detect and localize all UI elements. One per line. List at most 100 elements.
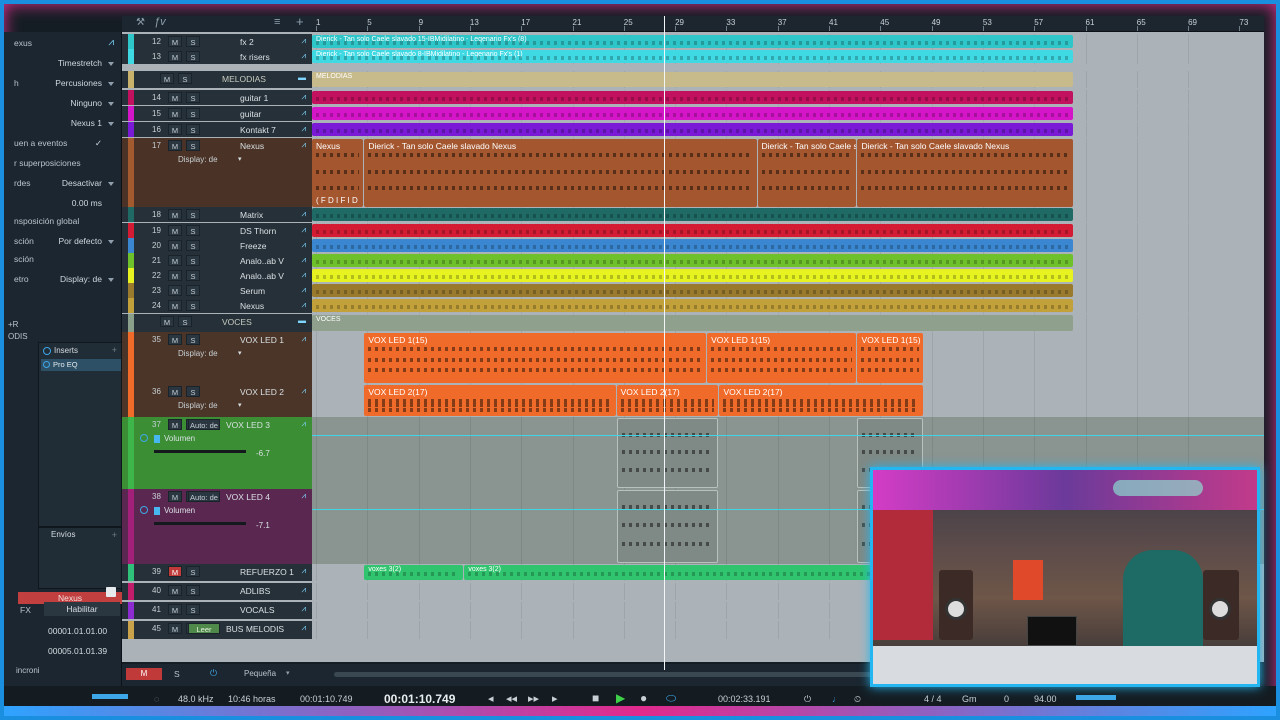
chevron-down-icon[interactable]: ▾ — [238, 155, 242, 163]
track-name[interactable]: Matrix — [240, 210, 263, 220]
track-lane[interactable] — [312, 298, 1264, 313]
solo-button[interactable]: S — [186, 225, 200, 236]
list-icon[interactable]: ≡ — [274, 16, 280, 28]
clip[interactable] — [312, 239, 1073, 252]
metronome-icon[interactable]: ◌ — [154, 694, 159, 704]
waveform-icon[interactable]: ⩘ — [301, 36, 306, 46]
loop-end-time[interactable]: 00:02:33.191 — [718, 694, 771, 704]
clip[interactable] — [312, 208, 1073, 221]
automation-value[interactable]: -6.7 — [256, 449, 270, 458]
power-icon[interactable] — [43, 347, 51, 355]
track-color-bar[interactable] — [128, 253, 134, 268]
key[interactable]: Gm — [962, 694, 977, 704]
automation-param-select[interactable]: Volumen — [164, 434, 195, 443]
add-send-icon[interactable]: + — [112, 530, 117, 540]
track-color-bar[interactable] — [128, 106, 134, 121]
track-name[interactable]: DS Thorn — [240, 226, 276, 236]
track-name[interactable]: VOCALS — [240, 605, 275, 615]
track-lane[interactable] — [312, 90, 1264, 105]
solo-button[interactable]: S — [186, 51, 200, 62]
enable-button[interactable]: Habilitar — [44, 602, 120, 616]
track-header[interactable]: M S VOCES ▬ — [122, 314, 312, 332]
mute-button[interactable]: M — [168, 140, 182, 151]
track-header[interactable]: 15 M Sguitar ⩘ — [122, 106, 312, 121]
track-header[interactable]: 21 M S Analo..ab V ⩘ — [122, 253, 312, 268]
track-color-bar[interactable] — [128, 283, 134, 298]
track-header[interactable]: 19 M S DS Thorn ⩘ — [122, 223, 312, 238]
track-header[interactable]: 38MSAuto: deVOX LED 4⩘Volumen-7.1 — [122, 489, 312, 564]
automation-slider[interactable] — [154, 522, 246, 525]
inspector-row[interactable]: h Percusiones — [4, 78, 122, 96]
mute-button[interactable]: M — [168, 285, 182, 296]
track-name[interactable]: fx risers — [240, 52, 270, 62]
track-lane[interactable]: VOX LED 1(15) VOX LED 1(15) VOX LED 1(15) — [312, 332, 1264, 384]
track-header[interactable]: M S MELODIAS ▬ — [122, 71, 312, 88]
waveform-icon[interactable]: ⩘ — [301, 300, 306, 310]
track-color-bar[interactable] — [128, 621, 134, 639]
solo-button[interactable]: S — [186, 108, 200, 119]
waveform-icon[interactable]: ⩘ — [301, 51, 306, 61]
track-header[interactable]: 13 M Sfx risers ⩘ — [122, 49, 312, 64]
waveform-icon[interactable]: ⩘ — [301, 140, 306, 150]
track-header[interactable]: 17 M S Nexus ⩘ Display: de ▾ — [122, 138, 312, 208]
record-icon[interactable]: ● — [640, 691, 647, 705]
track-name[interactable]: fx 2 — [240, 37, 254, 47]
track-lane[interactable] — [312, 223, 1264, 238]
track-lane[interactable]: VOX LED 2(17) VOX LED 2(17) VOX LED 2(17) — [312, 384, 1264, 417]
inspector-row[interactable]: sción Por defecto — [4, 236, 122, 254]
track-name[interactable]: BUS MELODIS — [226, 624, 284, 634]
chevron-down-icon[interactable]: ▾ — [238, 349, 242, 357]
metronome-toggle-icon[interactable]: ⏲ — [854, 694, 861, 705]
mute-button[interactable]: M — [168, 36, 182, 47]
mute-button[interactable]: M — [168, 419, 182, 430]
loop-icon[interactable]: ⬭ — [666, 691, 676, 706]
display-select[interactable]: Display: de — [178, 155, 218, 164]
track-header[interactable]: 45MSLeerBUS MELODIS⩘ — [122, 621, 312, 639]
clip[interactable]: VOX LED 1(15) — [857, 333, 924, 383]
clip[interactable]: VOX LED 2(17) — [719, 385, 924, 416]
mute-button[interactable]: M — [168, 491, 182, 502]
solo-button[interactable]: S — [186, 300, 200, 311]
track-header[interactable]: 39 M S REFUERZO 1 ⩘ — [122, 564, 312, 581]
track-header[interactable]: 14 M Sguitar 1 ⩘ — [122, 90, 312, 105]
chevron-down-icon[interactable] — [108, 122, 114, 126]
track-lane[interactable]: MELODIAS — [312, 71, 1264, 88]
mute-button[interactable]: M — [168, 604, 182, 615]
chevron-down-icon[interactable]: ▾ — [238, 401, 242, 409]
mute-button[interactable]: M — [168, 270, 182, 281]
inspector-row-value[interactable]: Por defecto — [59, 236, 102, 246]
solo-button[interactable]: S — [186, 604, 200, 615]
inspector-row[interactable]: etro Display: de — [4, 274, 122, 292]
clip[interactable] — [312, 254, 1073, 267]
track-name[interactable]: MELODIAS — [222, 74, 266, 84]
waveform-icon[interactable]: ⩘ — [301, 124, 306, 134]
waveform-icon[interactable]: ⩘ — [301, 419, 306, 429]
track-lane[interactable] — [312, 207, 1264, 222]
fx-icon[interactable]: ƒv — [154, 16, 166, 28]
wrench-icon[interactable]: ⚒ — [136, 17, 145, 28]
forward-icon[interactable]: ▸▸ — [528, 692, 539, 705]
inspector-row-value[interactable]: Desactivar — [62, 178, 102, 188]
track-color-bar[interactable] — [128, 223, 134, 238]
offset[interactable]: 0 — [1004, 694, 1009, 704]
track-lane[interactable] — [312, 106, 1264, 121]
track-header[interactable]: 41 M S VOCALS ⩘ — [122, 602, 312, 619]
clip[interactable]: Dierick - Tan solo Caele s — [757, 139, 857, 207]
inspector-row-value[interactable]: Timestretch — [58, 58, 102, 68]
inspector-row-value[interactable]: Display: de — [60, 274, 102, 284]
mute-button[interactable]: M — [168, 585, 182, 596]
track-name[interactable]: Analo..ab V — [240, 271, 284, 281]
automation-param-select[interactable]: Volumen — [164, 506, 195, 515]
mute-button[interactable]: M — [168, 225, 182, 236]
playhead[interactable] — [664, 16, 665, 670]
track-header[interactable]: 18 M S Matrix ⩘ — [122, 207, 312, 222]
track-color-bar[interactable] — [128, 384, 134, 417]
solo-button[interactable]: S — [186, 92, 200, 103]
solo-button[interactable]: S — [186, 36, 200, 47]
play-icon[interactable]: ▶ — [616, 691, 625, 705]
clip[interactable]: MELODIAS — [312, 72, 1073, 87]
track-color-bar[interactable] — [128, 583, 134, 600]
track-header[interactable]: 22 M S Analo..ab V ⩘ — [122, 268, 312, 283]
horizontal-scrollbar[interactable] — [334, 672, 874, 677]
chevron-down-icon[interactable] — [108, 82, 114, 86]
